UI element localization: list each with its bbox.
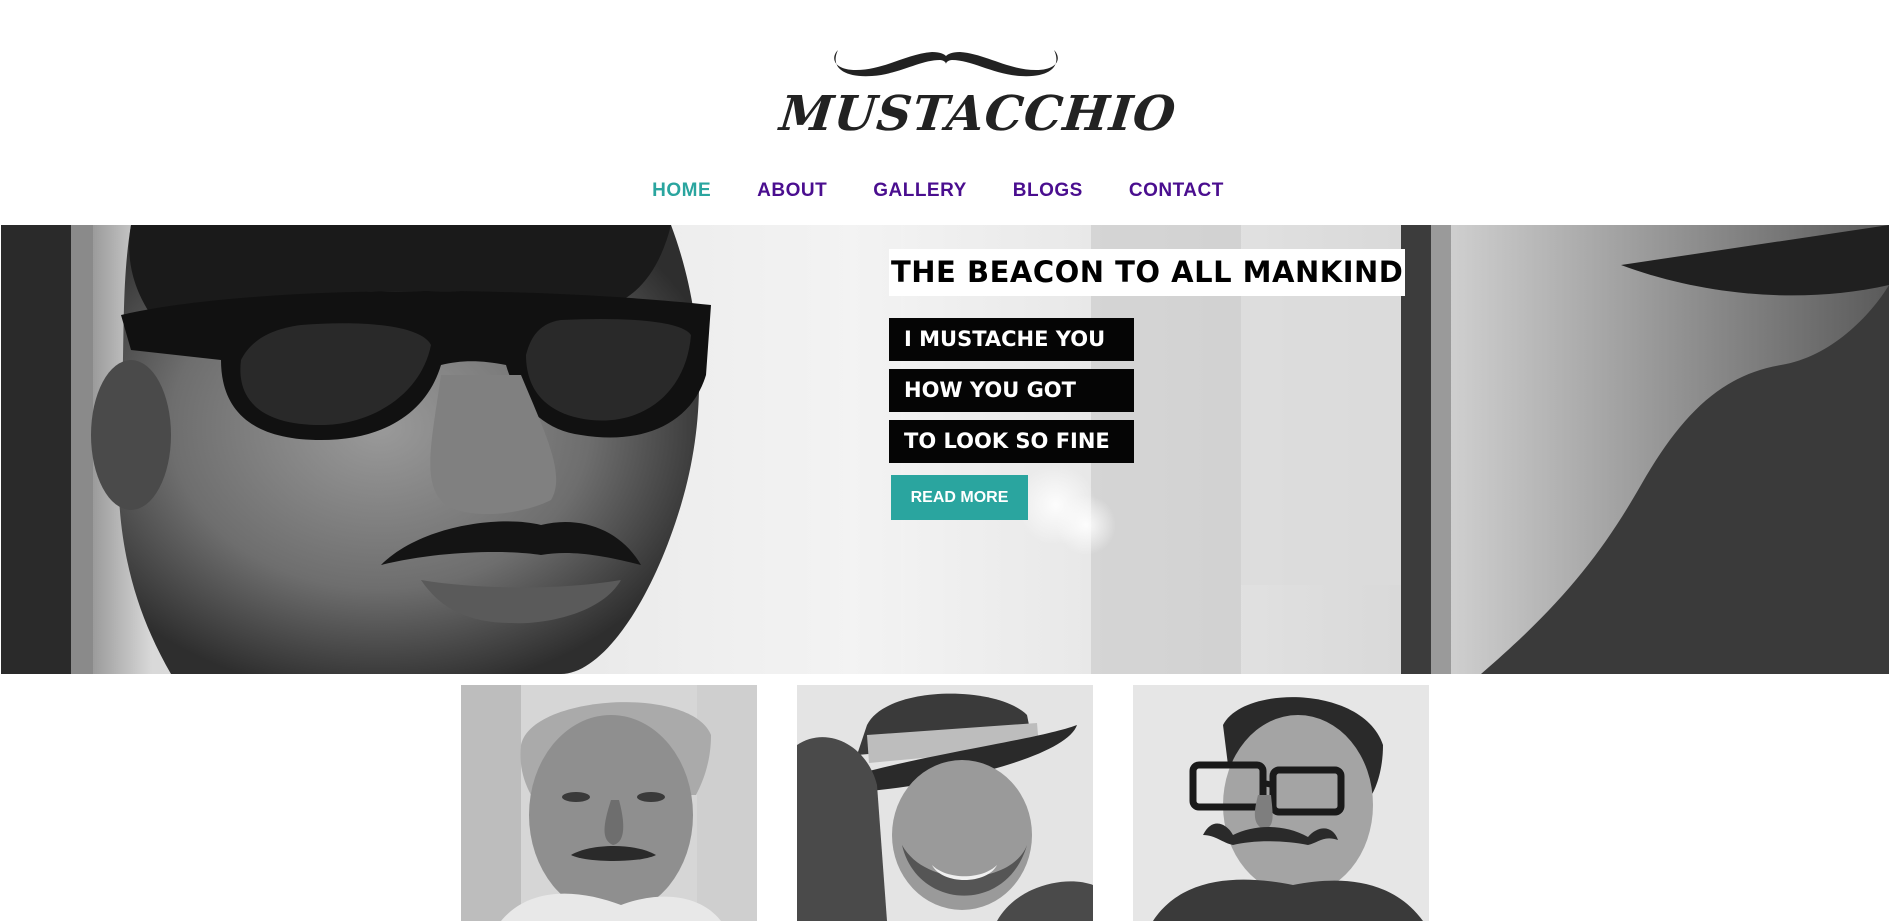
- nav-item-contact[interactable]: CONTACT: [1129, 180, 1224, 202]
- hero-tagline: HOW YOU GOT: [889, 369, 1134, 412]
- nav-item-gallery[interactable]: GALLERY: [873, 180, 967, 202]
- gallery-thumbnail-3[interactable]: [1133, 685, 1429, 921]
- read-more-button[interactable]: READ MORE: [891, 475, 1028, 520]
- gallery-thumbnail-1[interactable]: [461, 685, 757, 921]
- hero-tagline: I MUSTACHE YOU: [889, 318, 1134, 361]
- portrait-image: [797, 685, 1093, 921]
- gallery-thumbnail-2[interactable]: [797, 685, 1093, 921]
- logo-wordmark: MUSTACCHIO: [777, 86, 1179, 142]
- page: MUSTACCHIO HOME ABOUT GALLERY BLOGS CONT…: [0, 0, 1892, 921]
- site-logo[interactable]: MUSTACCHIO: [777, 46, 1179, 146]
- main-nav: HOME ABOUT GALLERY BLOGS CONTACT: [0, 180, 1884, 202]
- portrait-image: [1133, 685, 1429, 921]
- hero-tagline: TO LOOK SO FINE: [889, 420, 1134, 463]
- nav-item-home[interactable]: HOME: [652, 180, 711, 202]
- hero-headline: THE BEACON TO ALL MANKIND: [889, 249, 1406, 296]
- nav-item-about[interactable]: ABOUT: [757, 180, 827, 202]
- nav-item-blogs[interactable]: BLOGS: [1013, 180, 1083, 202]
- portrait-image: [461, 685, 757, 921]
